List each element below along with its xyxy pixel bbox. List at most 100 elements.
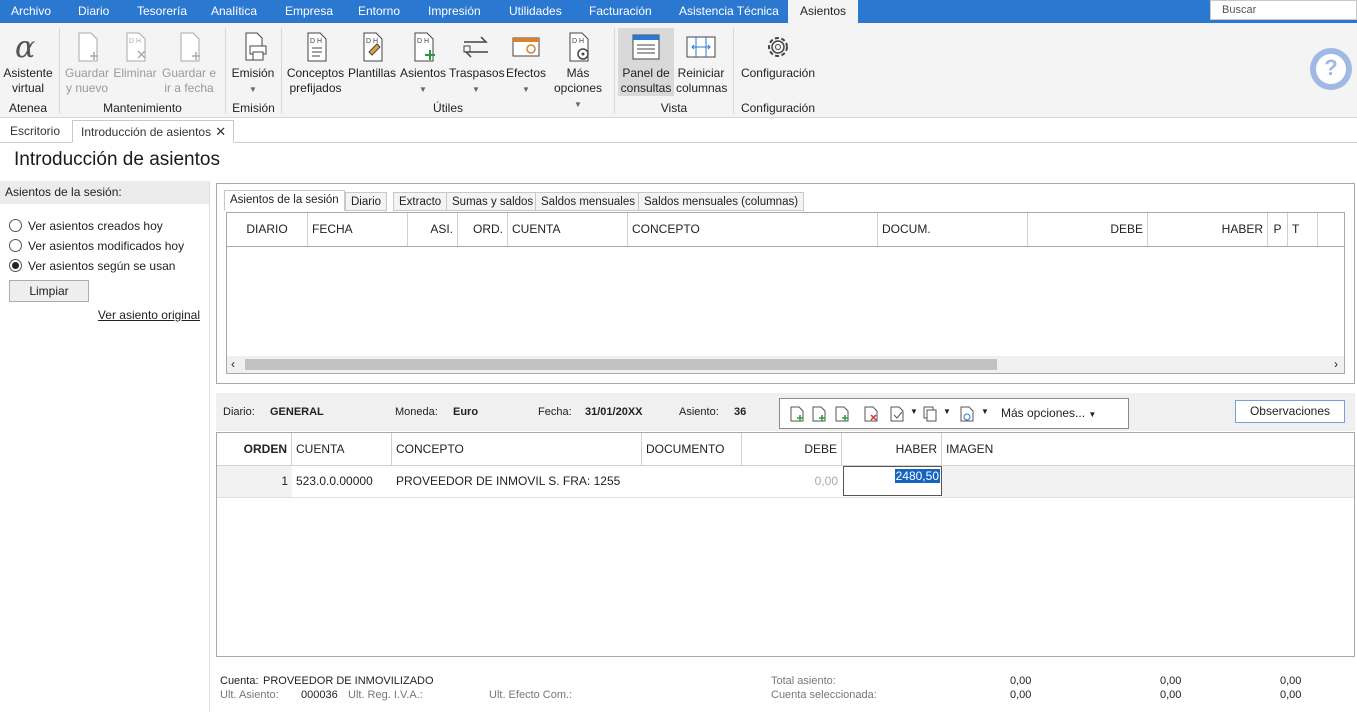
ver-asiento-original-link[interactable]: Ver asiento original	[98, 308, 200, 322]
help-icon[interactable]: ?	[1310, 48, 1352, 90]
horizontal-scrollbar[interactable]: ‹ ›	[227, 356, 1344, 373]
col-imagen[interactable]: IMAGEN	[942, 433, 1092, 465]
guardar-nuevo-button[interactable]: Guardar y nuevo	[64, 30, 110, 96]
col-haber[interactable]: HABER	[1148, 213, 1268, 246]
add-line-icon[interactable]	[812, 406, 826, 422]
gear-icon	[761, 30, 795, 64]
conceptos-prefijados-button[interactable]: D H Conceptos prefijados	[286, 30, 345, 96]
limpiar-button[interactable]: Limpiar	[9, 280, 89, 302]
chevron-down-icon[interactable]: ▼	[910, 407, 918, 416]
radio-creados-hoy[interactable]	[9, 219, 22, 232]
col-haber[interactable]: HABER	[842, 433, 942, 465]
append-line-icon[interactable]	[835, 406, 849, 422]
close-icon[interactable]: ✕	[215, 121, 226, 143]
entry-grid: ORDEN CUENTA CONCEPTO DOCUMENTO DEBE HAB…	[216, 432, 1355, 657]
eliminar-label: Eliminar	[113, 66, 157, 80]
col-concepto[interactable]: CONCEPTO	[628, 213, 878, 246]
menu-asientos[interactable]: Asientos	[788, 0, 859, 23]
tab-saldos-mensuales[interactable]: Saldos mensuales	[535, 192, 641, 211]
menu-empresa[interactable]: Empresa	[285, 0, 333, 23]
haber-selected-value: 2480,50	[894, 469, 940, 483]
delete-line-icon[interactable]	[864, 406, 878, 422]
menu-impresion[interactable]: Impresión	[428, 0, 481, 23]
attach-icon[interactable]	[960, 406, 974, 422]
plantillas-button[interactable]: D H Plantillas	[347, 30, 397, 81]
mas-opciones-button[interactable]: D H Más opciones ▼	[549, 30, 607, 112]
menu-diario[interactable]: Diario	[78, 0, 109, 23]
traspasos-button[interactable]: Traspasos ▼	[449, 30, 505, 97]
configuracion-button[interactable]: Configuración	[739, 30, 817, 81]
efectos-button[interactable]: Efectos ▼	[504, 30, 548, 97]
insert-line-icon[interactable]	[790, 406, 804, 422]
chevron-down-icon[interactable]: ▼	[943, 407, 951, 416]
mas-opciones-label: Más opciones	[553, 66, 603, 95]
cell-haber-input[interactable]: 2480,50	[843, 466, 942, 496]
cell-debe[interactable]: 0,00	[742, 466, 838, 497]
guardar-fecha-label: Guardar e ir a fecha	[161, 66, 217, 95]
check-icon[interactable]	[890, 406, 904, 422]
group-atenea: Atenea	[8, 101, 48, 115]
col-fecha[interactable]: FECHA	[308, 213, 408, 246]
col-documento[interactable]: DOCUMENTO	[642, 433, 742, 465]
group-vista: Vista	[660, 101, 688, 115]
col-t[interactable]: T	[1288, 213, 1318, 246]
col-ord[interactable]: ORD.	[458, 213, 508, 246]
asientos-label: Asientos	[399, 66, 447, 80]
radio-modificados-label[interactable]: Ver asientos modificados hoy	[28, 239, 184, 253]
menu-facturacion[interactable]: Facturación	[589, 0, 652, 23]
tab-escritorio[interactable]: Escritorio	[2, 120, 68, 143]
col-cuenta[interactable]: CUENTA	[508, 213, 628, 246]
col-orden[interactable]: ORDEN	[217, 433, 292, 465]
panel-consultas-button[interactable]: Panel de consultas	[618, 28, 674, 96]
menu-asistencia[interactable]: Asistencia Técnica	[679, 0, 779, 23]
menu-tesoreria[interactable]: Tesorería	[137, 0, 187, 23]
menu-entorno[interactable]: Entorno	[358, 0, 400, 23]
tab-saldos-columnas[interactable]: Saldos mensuales (columnas)	[638, 192, 805, 211]
menu-analitica[interactable]: Analítica	[211, 0, 257, 23]
chevron-down-icon[interactable]: ▼	[981, 407, 989, 416]
guardar-fecha-button[interactable]: Guardar e ir a fecha	[160, 30, 218, 96]
scroll-thumb[interactable]	[245, 359, 997, 370]
scroll-right-icon[interactable]: ›	[1334, 356, 1338, 373]
tab-extracto[interactable]: Extracto	[393, 192, 448, 211]
radio-segun-label[interactable]: Ver asientos según se usan	[28, 259, 175, 273]
col-p[interactable]: P	[1268, 213, 1288, 246]
col-docum[interactable]: DOCUM.	[878, 213, 1028, 246]
cell-concepto[interactable]: PROVEEDOR DE INMOVIL S. FRA: 1255	[396, 466, 620, 497]
emision-button[interactable]: Emisión ▼	[230, 30, 276, 97]
col-concepto[interactable]: CONCEPTO	[392, 433, 642, 465]
col-debe[interactable]: DEBE	[1028, 213, 1148, 246]
col-cuenta[interactable]: CUENTA	[292, 433, 392, 465]
tab-asientos-sesion[interactable]: Asientos de la sesión	[224, 190, 345, 211]
add-entry-icon: D H	[406, 30, 440, 64]
fecha-value: 31/01/20XX	[585, 406, 643, 418]
col-asi[interactable]: ASI.	[408, 213, 458, 246]
tab-diario[interactable]: Diario	[345, 192, 388, 211]
col-diario[interactable]: DIARIO	[227, 213, 308, 246]
menu-archivo[interactable]: Archivo	[11, 0, 51, 23]
radio-creados-label[interactable]: Ver asientos creados hoy	[28, 219, 163, 233]
tab-introduccion[interactable]: Introducción de asientos ✕	[72, 120, 235, 143]
eliminar-button[interactable]: D H Eliminar	[113, 30, 157, 81]
svg-text:D H: D H	[366, 38, 378, 45]
asistente-virtual-button[interactable]: α Asistente virtual	[2, 30, 54, 96]
reiniciar-columnas-button[interactable]: Reiniciar columnas	[676, 30, 727, 96]
ult-reg-iva-label: Ult. Reg. I.V.A.:	[348, 689, 423, 701]
col-debe[interactable]: DEBE	[742, 433, 842, 465]
efectos-label: Efectos	[505, 66, 547, 80]
cell-cuenta[interactable]: 523.0.0.00000	[296, 466, 373, 497]
tab-sumas-saldos[interactable]: Sumas y saldos	[446, 192, 540, 211]
entry-toolbar: ▼ ▼ ▼ Más opciones... ▼	[779, 398, 1129, 429]
radio-modificados-hoy[interactable]	[9, 239, 22, 252]
entry-info-bar: Diario: GENERAL Moneda: Euro Fecha: 31/0…	[216, 393, 1355, 431]
observaciones-button[interactable]: Observaciones	[1235, 400, 1345, 423]
menu-utilidades[interactable]: Utilidades	[509, 0, 562, 23]
asientos-button[interactable]: D H Asientos ▼	[398, 30, 448, 97]
copy-icon[interactable]	[923, 406, 937, 422]
search-input[interactable]: Buscar	[1210, 0, 1357, 20]
conceptos-label: Conceptos prefijados	[286, 66, 345, 95]
radio-segun-se-usan[interactable]	[9, 259, 22, 272]
scroll-left-icon[interactable]: ‹	[231, 356, 235, 373]
footer-cuenta-value: PROVEEDOR DE INMOVILIZADO	[263, 675, 434, 687]
mas-opciones-menu[interactable]: Más opciones... ▼	[1001, 406, 1096, 420]
